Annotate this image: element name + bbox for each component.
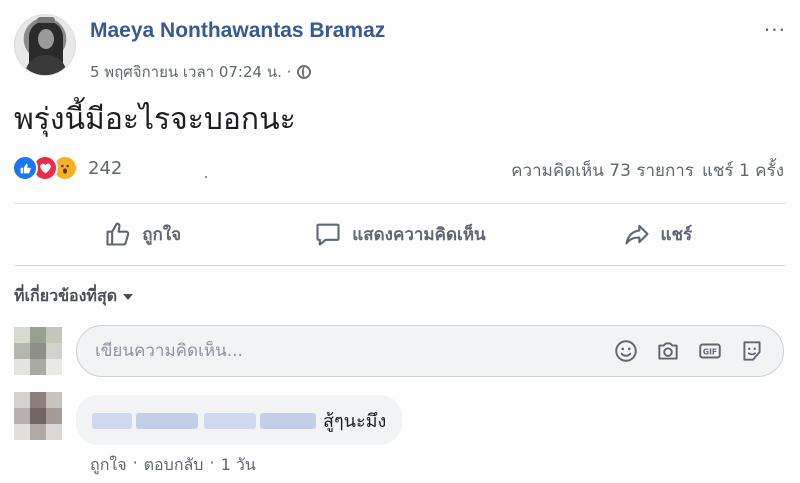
comment-label: แสดงความคิดเห็น [352, 224, 486, 245]
facebook-post: Maeya Nonthawantas Bramaz 5 พฤศจิกายน เว… [0, 0, 800, 483]
caret-down-icon [123, 293, 134, 300]
separator: · [209, 453, 215, 472]
sticker-icon[interactable] [739, 338, 765, 364]
commenter-name-blurred[interactable] [92, 407, 317, 433]
comment-text: สู้ๆนะมึง [323, 410, 387, 432]
commenter-avatar[interactable] [14, 392, 62, 440]
share-arrow-icon [624, 224, 649, 245]
comment-reply-link[interactable]: ตอบกลับ [144, 453, 204, 478]
post-timestamp[interactable]: 5 พฤศจิกายน เวลา 07:24 น. · [90, 60, 291, 84]
share-button[interactable]: แชร์ [529, 205, 786, 263]
svg-text:GIF: GIF [703, 347, 717, 356]
separator: · [132, 453, 138, 472]
reactions-summary[interactable]: 242 [12, 155, 122, 181]
comment-icon [316, 223, 340, 246]
comment-count-link[interactable]: ความคิดเห็น 73 รายการ [511, 157, 694, 184]
emoji-icon[interactable] [613, 338, 639, 364]
comment-bubble: สู้ๆนะมึง [76, 395, 403, 445]
comment-button[interactable]: แสดงความคิดเห็น [271, 205, 528, 263]
like-button[interactable]: ถูกใจ [14, 205, 271, 263]
share-label: แชร์ [660, 224, 693, 245]
post-text: พรุ่งนี้มีอะไรจะบอกนะ [14, 102, 296, 137]
like-reaction-icon [12, 155, 38, 181]
globe-icon[interactable] [297, 65, 312, 79]
sort-label: ที่เกี่ยวข้องที่สุด [14, 286, 118, 305]
divider [14, 203, 786, 204]
composer-tools: GIF [613, 338, 765, 364]
post-stats: ความคิดเห็น 73 รายการ แชร์ 1 ครั้ง [511, 157, 784, 184]
post-actions: ถูกใจ แสดงความคิดเห็น แชร์ [14, 205, 786, 263]
separator-dot [205, 176, 207, 178]
divider [14, 265, 786, 266]
comment-actions: ถูกใจ · ตอบกลับ · 1 วัน [90, 453, 256, 478]
author-avatar[interactable] [14, 14, 76, 76]
gif-icon[interactable]: GIF [697, 338, 723, 364]
post-meta: 5 พฤศจิกายน เวลา 07:24 น. · [90, 60, 312, 84]
like-label: ถูกใจ [142, 224, 182, 245]
camera-icon[interactable] [655, 338, 681, 364]
comment-sort-dropdown[interactable]: ที่เกี่ยวข้องที่สุด [14, 284, 134, 309]
reaction-count: 242 [88, 157, 123, 179]
comment-composer[interactable]: GIF [76, 325, 784, 377]
share-count-link[interactable]: แชร์ 1 ครั้ง [702, 157, 784, 184]
comment-like-link[interactable]: ถูกใจ [90, 453, 127, 478]
comment-input[interactable] [95, 341, 613, 361]
thumbs-up-icon [106, 222, 130, 246]
more-options-icon[interactable]: ··· [764, 18, 786, 42]
current-user-avatar [14, 327, 62, 375]
comment-time[interactable]: 1 วัน [221, 453, 256, 478]
author-name[interactable]: Maeya Nonthawantas Bramaz [90, 19, 385, 43]
